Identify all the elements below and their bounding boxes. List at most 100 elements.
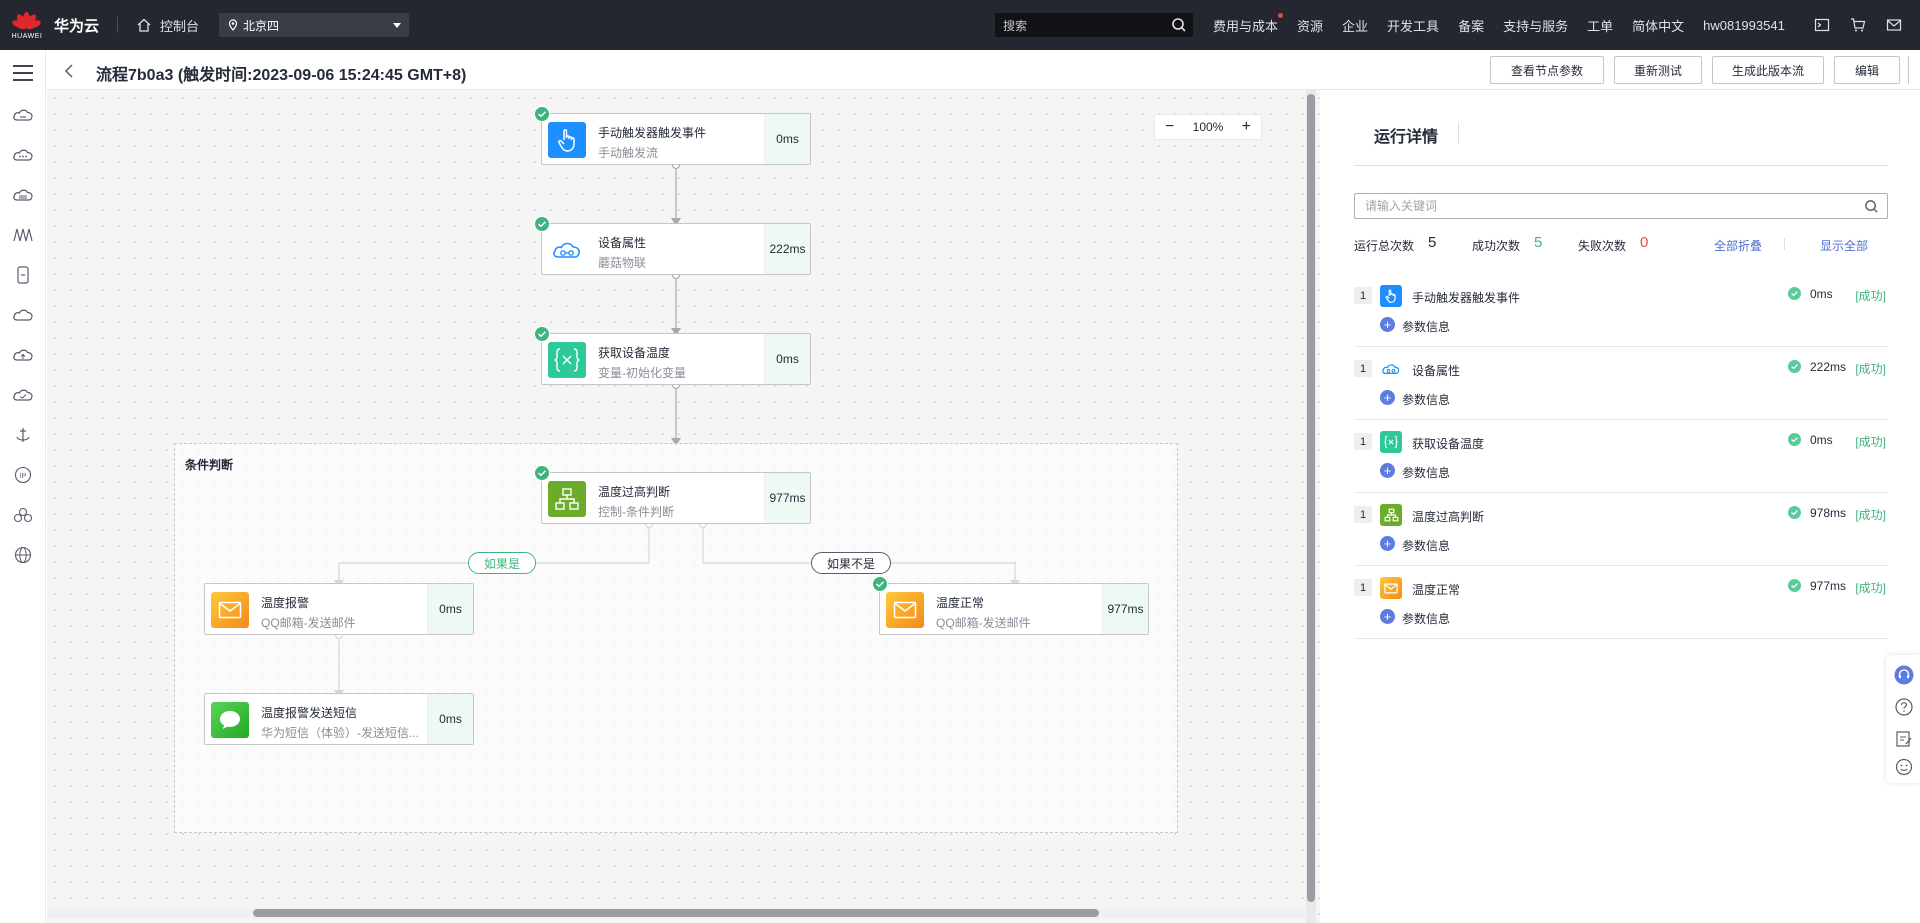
page-header: 流程7b0a3 (触发时间:2023-09-06 15:24:45 GMT+8)…: [46, 50, 1920, 90]
flow-node-alarm-sms[interactable]: 温度报警发送短信 华为短信（体验）-发送短信... 0ms: [204, 693, 474, 745]
retest-button[interactable]: 重新测试: [1614, 56, 1702, 84]
log-status: [成功]: [1855, 508, 1886, 522]
param-info-label[interactable]: 参数信息: [1402, 464, 1450, 481]
search-icon[interactable]: [1864, 199, 1879, 214]
cloud-dots-icon[interactable]: [12, 146, 34, 164]
console-link[interactable]: 控制台: [136, 16, 199, 35]
mail-icon[interactable]: [1886, 17, 1902, 33]
param-info-label[interactable]: 参数信息: [1402, 318, 1450, 335]
ip-icon[interactable]: IP: [12, 466, 34, 484]
bridge-icon[interactable]: [12, 226, 34, 244]
total-runs-value: 5: [1428, 234, 1437, 251]
cluster-icon[interactable]: [12, 506, 34, 524]
nav-billing[interactable]: 费用与成本: [1213, 12, 1284, 35]
edit-button[interactable]: 编辑: [1834, 56, 1900, 84]
run-log-item[interactable]: 1 手动触发器触发事件 0ms [成功] + 参数信息: [1354, 274, 1888, 347]
flow-canvas[interactable]: − 100% + 条件判断 手动触发器触发事件 手动触发流 0ms 设备属性 蘑…: [47, 90, 1320, 923]
fail-count-value: 0: [1640, 234, 1649, 251]
expand-plus-icon[interactable]: +: [1380, 317, 1395, 332]
branch-icon: [548, 481, 586, 517]
nav-icp[interactable]: 备案: [1458, 16, 1484, 35]
flow-node-manual-trigger[interactable]: 手动触发器触发事件 手动触发流 0ms: [541, 113, 811, 165]
run-log-item[interactable]: 1 温度过高判断 978ms [成功] + 参数信息: [1354, 493, 1888, 566]
nav-tickets[interactable]: 工单: [1587, 16, 1613, 35]
smile-feedback-icon[interactable]: [1894, 757, 1914, 777]
search-icon[interactable]: [1171, 17, 1187, 33]
customer-service-icon[interactable]: [1894, 665, 1914, 685]
zoom-out-button[interactable]: −: [1165, 118, 1174, 136]
cloud-icon[interactable]: [12, 306, 34, 324]
param-info-label[interactable]: 参数信息: [1402, 391, 1450, 408]
terminal-icon[interactable]: [1814, 17, 1830, 33]
horizontal-scroll-thumb[interactable]: [253, 909, 1099, 917]
back-icon[interactable]: [64, 64, 74, 78]
zoom-in-button[interactable]: +: [1242, 118, 1251, 136]
header-edge: [1908, 56, 1920, 84]
nav-support[interactable]: 支持与服务: [1503, 16, 1568, 35]
run-log-item[interactable]: 1 温度正常 977ms [成功] + 参数信息: [1354, 566, 1888, 639]
sms-icon: [211, 702, 249, 738]
panel-title: 运行详情: [1374, 129, 1439, 146]
keyword-search-input[interactable]: [1354, 193, 1888, 219]
expand-plus-icon[interactable]: +: [1380, 536, 1395, 551]
global-search-input[interactable]: 搜索: [995, 13, 1193, 37]
cart-icon[interactable]: [1850, 17, 1866, 33]
node-title: 设备属性: [598, 236, 647, 250]
cloud-upload-icon[interactable]: [12, 346, 34, 364]
run-log-item[interactable]: 1 获取设备温度 0ms [成功] + 参数信息: [1354, 420, 1888, 493]
flow-node-temp-high-check[interactable]: 温度过高判断 控制-条件判断 977ms: [541, 472, 811, 524]
variable-icon: [548, 342, 586, 378]
log-node-name: 设备属性: [1412, 364, 1461, 378]
region-selector[interactable]: 北京四: [219, 13, 410, 37]
expand-plus-icon[interactable]: +: [1380, 609, 1395, 624]
node-duration: 222ms: [764, 224, 810, 274]
flow-node-temp-alarm[interactable]: 温度报警 QQ邮箱-发送邮件 0ms: [204, 583, 474, 635]
success-check-icon: [1788, 579, 1801, 592]
cloud-server-icon[interactable]: [12, 106, 34, 124]
flow-node-temp-normal[interactable]: 温度正常 QQ邮箱-发送邮件 977ms: [879, 583, 1149, 635]
menu-icon[interactable]: [12, 64, 34, 82]
success-check-icon: [534, 106, 550, 122]
log-duration: 0ms: [1810, 287, 1833, 301]
help-icon[interactable]: [1894, 697, 1914, 717]
log-duration: 222ms: [1810, 360, 1847, 374]
region-label: 北京四: [243, 18, 280, 33]
brand-name[interactable]: 华为云: [54, 15, 99, 36]
divider: [117, 17, 119, 33]
param-info-label[interactable]: 参数信息: [1402, 610, 1450, 627]
nav-enterprise[interactable]: 企业: [1342, 16, 1368, 35]
huawei-logo[interactable]: HUAWEI: [0, 0, 54, 50]
page-title: 流程7b0a3 (触发时间:2023-09-06 15:24:45 GMT+8): [96, 67, 467, 84]
mail-icon: [1380, 577, 1402, 599]
run-log-item[interactable]: 1 设备属性 222ms [成功] + 参数信息: [1354, 347, 1888, 420]
generate-version-button[interactable]: 生成此版本流: [1712, 56, 1824, 84]
vertical-scrollbar[interactable]: [1306, 90, 1316, 923]
cloud-check-icon[interactable]: [12, 386, 34, 404]
cloud-database-icon[interactable]: [12, 186, 34, 204]
show-all-link[interactable]: 显示全部: [1820, 237, 1868, 254]
node-subtitle: 变量-初始化变量: [598, 366, 686, 380]
nav-language[interactable]: 简体中文: [1632, 16, 1684, 35]
cloud-icon: [548, 232, 586, 268]
divider: [1458, 122, 1459, 144]
vertical-scroll-thumb[interactable]: [1307, 94, 1315, 902]
left-sidebar: IP: [0, 50, 46, 923]
device-icon[interactable]: [12, 266, 34, 284]
globe-icon[interactable]: [12, 546, 34, 564]
flow-node-device-attribute[interactable]: 设备属性 蘑菇物联 222ms: [541, 223, 811, 275]
flow-node-get-temperature[interactable]: 获取设备温度 变量-初始化变量 0ms: [541, 333, 811, 385]
nav-account[interactable]: hw081993541: [1703, 18, 1785, 33]
feedback-edit-icon[interactable]: [1894, 729, 1914, 749]
nav-resources[interactable]: 资源: [1297, 16, 1323, 35]
success-check-icon: [1788, 506, 1801, 519]
cloud-icon: [1380, 358, 1402, 380]
nav-dev-tools[interactable]: 开发工具: [1387, 16, 1439, 35]
condition-no-label: 如果不是: [811, 552, 891, 574]
expand-plus-icon[interactable]: +: [1380, 463, 1395, 478]
view-node-params-button[interactable]: 查看节点参数: [1490, 56, 1604, 84]
param-info-label[interactable]: 参数信息: [1402, 537, 1450, 554]
collapse-all-link[interactable]: 全部折叠: [1714, 237, 1762, 254]
expand-plus-icon[interactable]: +: [1380, 390, 1395, 405]
anchor-icon[interactable]: [12, 426, 34, 444]
horizontal-scrollbar[interactable]: [47, 908, 1306, 918]
